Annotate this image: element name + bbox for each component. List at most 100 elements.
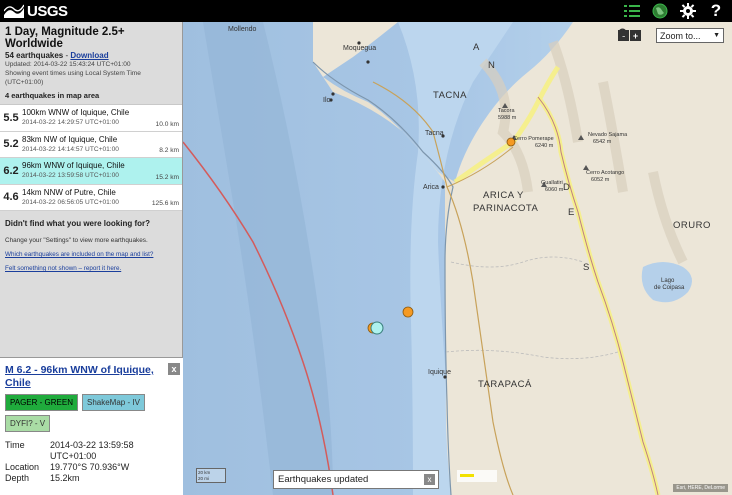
eq-depth: 10.0 km [155,120,179,128]
logo-text: USGS [27,2,68,20]
map-label-ilo: Ilo [323,97,331,104]
count-text: 54 earthquakes [5,51,64,60]
zoom-in-button[interactable]: + [630,30,641,41]
zoom-to-label: Zoom to... [660,30,701,41]
earthquake-list: 5.5 100km WNW of Iquique, Chile 2014-03-… [0,104,182,211]
usgs-logo[interactable]: USGS [0,3,68,20]
map-label-iquique: Iquique [428,369,451,376]
zoom-to-select[interactable]: Zoom to... ▼ [656,28,724,43]
pager-badge[interactable]: PAGER - GREEN [5,394,78,411]
impact-badges: PAGER - GREEN ShakeMap - IV [5,394,178,411]
eq-depth: 125.6 km [151,200,179,207]
updated-timestamp: Updated: 2014-03-22 15:43:24 UTC+01:00 [5,61,131,68]
gear-icon[interactable] [678,1,698,21]
earthquake-marker-5-2[interactable] [402,306,414,318]
event-detail-table: Time 2014-03-22 13:59:58 UTC+01:00 Locati… [5,440,178,484]
eq-magnitude: 5.2 [3,138,19,151]
map-label-tacna: Tacna [425,130,444,137]
map-label-guallatiri-elev: 6060 m [545,187,564,193]
earthquake-list-item-selected[interactable]: 6.2 96km WNW of Iquique, Chile 2014-03-2… [0,158,182,185]
time-label: Time [5,440,25,450]
download-link[interactable]: Download [70,51,108,60]
eq-magnitude: 4.6 [3,191,19,204]
map-label-moquegua: Moquegua [343,45,377,52]
map-label-andes-a: A [473,42,480,53]
eq-place: 14km NNW of Putre, Chile [22,187,116,197]
map-label-andes-e: E [568,207,575,218]
eq-depth: 8.2 km [159,147,179,154]
eq-place: 83km NW of Iquique, Chile [22,134,118,144]
included-earthquakes-link[interactable]: Which earthquakes are included on the ma… [5,251,177,258]
map-attribution: Esri, HERE, DeLorme [673,484,728,492]
map-label-andes-s: S [583,262,590,273]
earthquake-list-item[interactable]: 5.5 100km WNW of Iquique, Chile 2014-03-… [0,105,182,132]
earthquake-marker-6-2-selected[interactable] [370,321,384,335]
header-icons: ? [622,1,726,21]
earthquakes-updated-toast: Earthquakes updated x [273,470,439,489]
zoom-controls: - + Zoom to... ▼ [618,28,724,43]
shakemap-badge[interactable]: ShakeMap - IV [81,394,145,411]
earthquake-count: 54 earthquakes - Download [5,51,177,60]
magnifier-icon[interactable] [618,28,655,42]
map-label-andes-d: D [563,182,571,193]
location-value: 19.770°S 70.936°W [50,462,130,472]
map-label-mollendo: Mollendo [228,26,257,33]
map-label-tacna-region: TACNA [433,90,467,101]
chevron-down-icon: ▼ [713,32,720,39]
feed-title: 1 Day, Magnitude 2.5+ Worldwide [5,26,125,50]
map-label-parinacota: PARINACOTA [473,203,539,214]
earthquake-list-item[interactable]: 5.2 83km NW of Iquique, Chile 2014-03-22… [0,132,182,158]
town-marker [331,92,335,96]
map-label-sajama-elev: 6542 m [593,139,612,145]
map-legend [457,470,497,482]
list-icon[interactable] [622,1,642,21]
time-tz: UTC+01:00 [50,451,97,461]
time-value: 2014-03-22 13:59:58 [50,440,134,450]
globe-icon[interactable] [650,1,670,21]
map-label-andes-n: N [488,60,496,71]
help-heading: Didn't find what you were looking for? [5,219,151,228]
map-label-tacora-elev: 5988 m [498,115,517,121]
town-marker [366,60,370,64]
map-label-arica-region: ARICA Y [483,190,524,201]
close-details-button[interactable]: x [168,363,180,375]
map-label-lago: Lago [661,278,675,284]
toast-message: Earthquakes updated [278,474,369,485]
depth-label: Depth [5,473,30,483]
close-toast-button[interactable]: x [424,474,435,485]
map-label-guallatiri: Guallatiri [541,180,563,186]
map-label-acotango: Cerro Acotango [586,170,625,176]
dyfi-badge[interactable]: DYFI? - V [5,415,51,432]
eq-magnitude: 5.5 [3,111,19,124]
map-label-pomerape: Cerro Pomerape [513,136,554,142]
earthquake-map[interactable]: Mollendo Moquegua Ilo TACNA Tacna Tacora… [183,22,732,495]
help-section: Didn't find what you were looking for? C… [0,211,182,278]
depth-value: 15.2km [50,473,80,483]
eq-depth: 15.2 km [155,173,179,181]
map-label-coipasa: de Coipasa [654,285,685,291]
map-label-oruro: ORURO [673,220,711,231]
scale-mi: 20 mi [198,476,210,481]
town-marker [441,185,445,189]
usgs-wave-icon [4,4,24,18]
help-icon[interactable]: ? [706,1,726,21]
location-label: Location [5,462,40,472]
eq-place: 96km WNW of Iquique, Chile [22,161,125,170]
timezone-note: Showing event times using Local System T… [5,70,141,86]
feed-summary: 1 Day, Magnitude 2.5+ Worldwide 54 earth… [0,22,182,104]
map-label-acotango-elev: 6052 m [591,177,610,183]
map-label-pomerape-elev: 6240 m [535,143,554,149]
header-bar: USGS ? [0,0,732,22]
eq-magnitude: 6.2 [3,164,19,177]
settings-note: Change your "Settings" to view more eart… [5,237,148,244]
report-felt-link[interactable]: Felt something not shown – report it her… [5,265,177,272]
in-area-count: 4 earthquakes in map area [5,91,100,100]
map-scale: 20 km 20 mi [196,468,226,483]
eq-time: 2014-03-22 14:14:57 UTC+01:00 [22,145,119,153]
earthquake-list-item[interactable]: 4.6 14km NNW of Putre, Chile 2014-03-22 … [0,185,182,211]
map-label-tarapaca: TARAPACÁ [478,379,532,390]
event-details-panel: M 6.2 - 96km WNW of Iquique, Chile x PAG… [0,357,183,495]
map-label-arica: Arica [423,184,439,191]
map-label-sajama: Nevado Sajama [588,132,628,138]
event-title-link[interactable]: M 6.2 - 96km WNW of Iquique, Chile [5,364,154,389]
